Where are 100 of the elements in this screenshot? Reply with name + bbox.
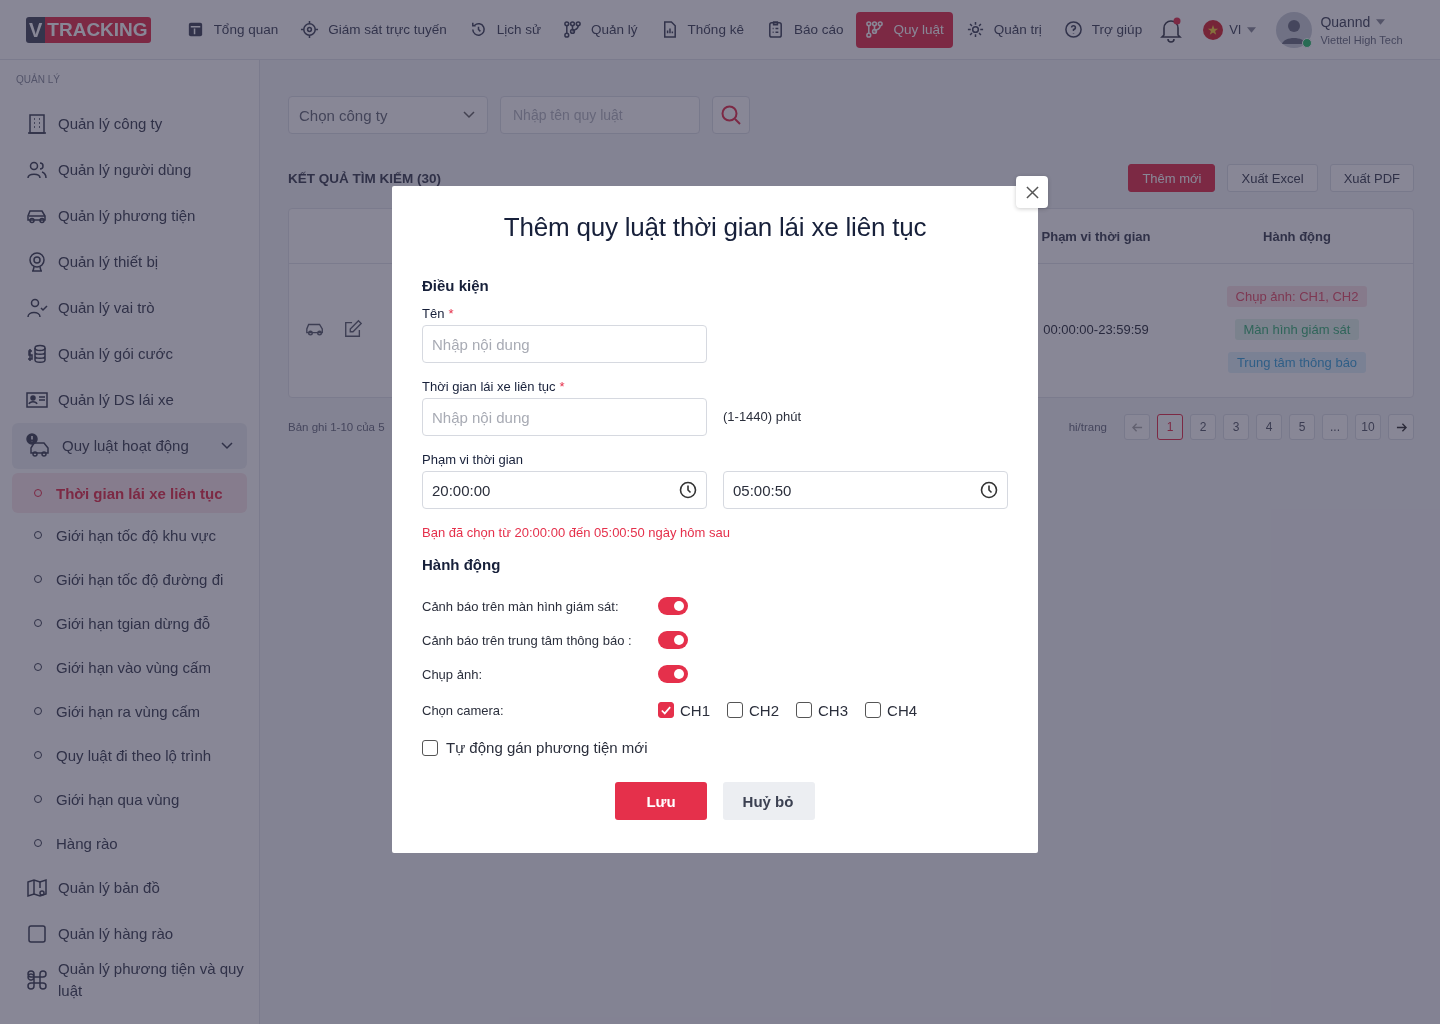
checkbox[interactable]: [796, 702, 813, 718]
avatar[interactable]: [1276, 11, 1313, 48]
nav-tab[interactable]: Trợ giúp: [1054, 11, 1152, 48]
sidebar-item[interactable]: Quản lý bản đồ: [12, 865, 247, 911]
logo[interactable]: V TRACKING: [26, 16, 151, 43]
name-field[interactable]: Nhập nội dung: [422, 325, 707, 363]
action-tag: Màn hình giám sát: [1234, 318, 1360, 340]
required-mark: *: [448, 306, 454, 321]
toggle-switch[interactable]: [658, 665, 688, 683]
option-label: Chọn camera:: [422, 702, 505, 718]
building-icon: [26, 113, 48, 135]
nav-tab[interactable]: Tổng quan: [176, 11, 288, 48]
chevron-down-icon[interactable]: [221, 442, 233, 450]
section-heading: Điều kiện: [422, 277, 490, 294]
checkbox[interactable]: [865, 702, 882, 718]
sidebar-item[interactable]: Quản lý vai trò: [12, 285, 247, 331]
save-button[interactable]: Lưu: [615, 782, 707, 820]
sidebar-subitem[interactable]: Quy luật đi theo lộ trình: [12, 733, 247, 777]
arrow-right-icon: [1395, 421, 1407, 433]
nav-tab[interactable]: Thống kê: [650, 11, 753, 48]
toggle-switch[interactable]: [658, 631, 688, 649]
start-time-field[interactable]: 20:00:00: [422, 471, 707, 509]
checkbox[interactable]: [727, 702, 743, 718]
sidebar-item[interactable]: Quản lý hàng rào: [12, 911, 247, 957]
cam-icon: [26, 251, 48, 273]
close-icon: [1025, 185, 1039, 199]
sidebar-item[interactable]: Quản lý phương tiện và quy luật: [12, 957, 247, 1003]
next-page-button[interactable]: [1388, 414, 1414, 440]
clock-icon[interactable]: [980, 481, 998, 499]
toolbar-button[interactable]: Xuất PDF: [1329, 164, 1414, 192]
page-button[interactable]: 5: [1289, 414, 1315, 440]
nav-tab[interactable]: Giám sát trực tuyến: [291, 11, 456, 48]
checkbox-label: CH2: [749, 701, 780, 719]
sidebar-item[interactable]: Quản lý người dùng: [12, 147, 247, 193]
nav-tab[interactable]: Quản trị: [956, 11, 1051, 48]
required-mark: *: [559, 379, 565, 394]
chevron-down-icon[interactable]: [463, 111, 475, 119]
caret-icon[interactable]: [1247, 26, 1257, 33]
user-name[interactable]: Quannd: [1320, 13, 1371, 30]
checkbox-label: Tự động gán phương tiện mới: [446, 739, 648, 756]
sidebar-subitem[interactable]: Giới hạn vào vùng cấm: [12, 645, 247, 689]
search-button[interactable]: [712, 96, 750, 134]
sidebar-subitem[interactable]: Hàng rào: [12, 821, 247, 865]
range-note: Bạn đã chọn từ 20:00:00 đến 05:00:50 ngày hôm sau: [422, 525, 731, 540]
edit-icon[interactable]: [343, 319, 363, 339]
sidebar-item[interactable]: Quản lý công ty: [12, 101, 247, 147]
nav-tab[interactable]: Báo cáo: [756, 11, 853, 48]
page-button[interactable]: 2: [1190, 414, 1216, 440]
checkbox[interactable]: [422, 739, 438, 756]
end-time-field[interactable]: 05:00:50: [723, 471, 1008, 509]
clock-icon[interactable]: [679, 481, 697, 499]
nav-tab[interactable]: Quy luật: [856, 11, 953, 48]
logo-text: TRACKING: [45, 16, 151, 43]
page-size-label: hi/trang: [1068, 421, 1107, 433]
modal-title: Thêm quy luật thời gian lái xe liên tục: [502, 212, 928, 243]
sidebar-item[interactable]: Quản lý phương tiện: [12, 193, 247, 239]
option-label: Cảnh báo trên trung tâm thông báo :: [422, 632, 633, 648]
checkbox-label: CH1: [680, 701, 710, 719]
cancel-button[interactable]: Huỷ bỏ: [723, 782, 815, 820]
page-button[interactable]: 1: [1157, 414, 1183, 440]
results-title: KẾT QUẢ TÌM KIẾM (30): [288, 170, 441, 186]
sidebar-subitem[interactable]: Giới hạn ra vùng cấm: [12, 689, 247, 733]
unit-hint: (1-1440) phút: [723, 408, 802, 426]
sidebar-item[interactable]: Quản lý gói cước: [12, 331, 247, 377]
sidebar-subitem[interactable]: Giới hạn tốc độ khu vực: [12, 513, 247, 557]
toggle-switch[interactable]: [658, 597, 688, 615]
sidebar-subitem[interactable]: Thời gian lái xe liên tục: [12, 473, 247, 513]
close-button[interactable]: [1016, 176, 1048, 208]
nav-tab[interactable]: Quản lý: [554, 11, 647, 48]
sidebar-item[interactable]: Quản lý DS lái xe: [12, 377, 247, 423]
sidebar-subitem[interactable]: Giới hạn tốc độ đường đi: [12, 557, 247, 601]
toolbar-button[interactable]: Thêm mới: [1128, 164, 1216, 192]
sidebar-subitem[interactable]: Giới hạn tgian dừng đỗ: [12, 601, 247, 645]
map-icon: [26, 877, 48, 899]
company-select[interactable]: Chọn công ty: [288, 96, 488, 134]
page-button[interactable]: 10: [1355, 414, 1381, 440]
sidebar-item[interactable]: Quản lý thiết bị: [12, 239, 247, 285]
bell-icon[interactable]: [1159, 16, 1184, 43]
logo-mark: V: [26, 16, 46, 43]
action-tag: Chụp ảnh: CH1, CH2: [1226, 285, 1368, 307]
toolbar-button[interactable]: Xuất Excel: [1227, 164, 1318, 192]
help-icon: [1063, 20, 1083, 39]
coins-icon: [26, 343, 48, 365]
page-button[interactable]: ...: [1322, 414, 1348, 440]
duration-field[interactable]: Nhập nội dung: [422, 398, 707, 436]
userck-icon: [26, 297, 48, 319]
page-button[interactable]: 4: [1256, 414, 1282, 440]
square-icon: [26, 923, 48, 945]
option-label: Cảnh báo trên màn hình giám sát:: [422, 598, 620, 614]
nodes-icon: [865, 20, 885, 39]
sidebar-group[interactable]: Quy luật hoạt động: [12, 423, 247, 469]
checkbox[interactable]: [658, 702, 674, 718]
section-heading: Hành động: [422, 556, 502, 573]
nav-tab[interactable]: Lịch sử: [459, 11, 551, 48]
action-tag: Trung tâm thông báo: [1227, 351, 1367, 373]
page-button[interactable]: 3: [1223, 414, 1249, 440]
car-warning-icon: [26, 433, 52, 459]
language-label[interactable]: VI: [1229, 22, 1242, 37]
caret-icon[interactable]: [1376, 18, 1386, 25]
sidebar-subitem[interactable]: Giới hạn qua vùng: [12, 777, 247, 821]
